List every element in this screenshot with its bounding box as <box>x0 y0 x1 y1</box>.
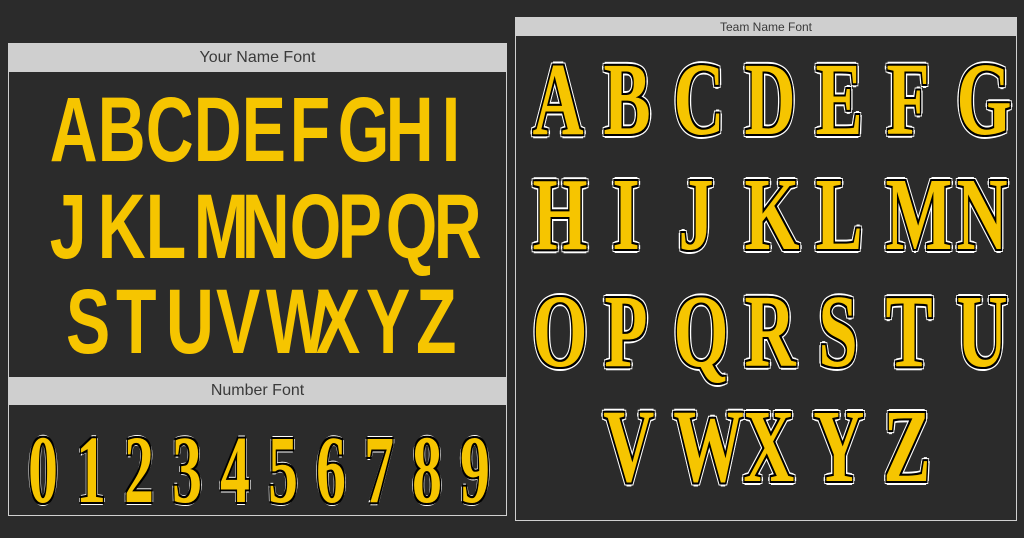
glyph: A <box>532 42 584 157</box>
glyph: A <box>49 79 98 181</box>
glyph: H <box>385 79 434 181</box>
glyph: G <box>956 42 1012 157</box>
glyph: N <box>956 157 1008 272</box>
glyph: Z <box>415 271 456 373</box>
digit: 8 <box>411 416 442 523</box>
team-font-row-4: V W X Y Z <box>516 395 1018 499</box>
name-font-row-1: A B C D E F G H I <box>9 84 508 176</box>
name-font-header: Your Name Font <box>9 44 506 72</box>
glyph: W <box>673 389 744 504</box>
name-font-row-2: J K L M N O P Q R <box>9 181 508 273</box>
digit: 6 <box>315 416 346 523</box>
glyph: K <box>744 157 800 272</box>
glyph: Y <box>365 271 410 373</box>
glyph: M <box>193 176 249 278</box>
glyph: V <box>215 271 260 373</box>
glyph: O <box>289 176 341 278</box>
digit: 9 <box>459 416 490 523</box>
glyph: R <box>744 274 796 389</box>
glyph: X <box>743 389 795 504</box>
team-font-row-1: A B C D E F G <box>516 48 1018 152</box>
glyph: H <box>532 157 588 272</box>
glyph: I <box>612 157 640 272</box>
digit: 2 <box>123 416 154 523</box>
glyph: I <box>441 79 460 181</box>
name-font-panel: Your Name Font A B C D E F G H I J K L M… <box>8 43 508 518</box>
number-font-header: Number Font <box>9 377 506 405</box>
glyph: F <box>289 79 330 181</box>
glyph: L <box>815 157 863 272</box>
glyph: P <box>337 176 382 278</box>
glyph: J <box>678 157 715 272</box>
glyph: U <box>956 274 1008 389</box>
glyph: T <box>885 274 933 389</box>
team-font-row-2: H I J K L M N <box>516 163 1018 267</box>
glyph: J <box>49 176 87 278</box>
number-font-row: 0 1 2 3 4 5 6 7 8 9 <box>9 422 508 518</box>
digit: 4 <box>219 416 250 523</box>
name-font-row-3: S T U V W X Y Z <box>9 276 508 368</box>
team-font-row-3: O P Q R S T U <box>516 280 1018 384</box>
glyph: W <box>265 271 329 373</box>
glyph: B <box>97 79 146 181</box>
glyph: N <box>241 176 290 278</box>
glyph: B <box>603 42 651 157</box>
glyph: C <box>145 79 194 181</box>
glyph: S <box>817 274 858 389</box>
glyph: Q <box>385 176 437 278</box>
glyph: K <box>97 176 146 278</box>
glyph: C <box>673 42 726 157</box>
digit: 0 <box>27 416 58 523</box>
glyph: G <box>337 79 389 181</box>
glyph: O <box>532 274 588 389</box>
glyph: Z <box>883 389 931 504</box>
digit: 5 <box>267 416 298 523</box>
glyph: R <box>433 176 482 278</box>
glyph: X <box>315 271 360 373</box>
team-font-panel: Team Name Font A B C D E F G H I J K L M… <box>515 17 1017 521</box>
glyph: D <box>193 79 242 181</box>
glyph: F <box>886 42 930 157</box>
digit: 7 <box>363 416 394 523</box>
digit: 1 <box>75 416 106 523</box>
glyph: U <box>165 271 214 373</box>
glyph: S <box>65 271 110 373</box>
digit: 3 <box>171 416 202 523</box>
glyph: Q <box>673 274 729 389</box>
glyph: P <box>604 274 648 389</box>
glyph: E <box>241 79 286 181</box>
team-font-header: Team Name Font <box>516 18 1016 36</box>
glyph: M <box>885 157 953 272</box>
glyph: E <box>815 42 863 157</box>
glyph: D <box>744 42 796 157</box>
glyph: Y <box>813 389 865 504</box>
glyph: L <box>145 176 186 278</box>
glyph: V <box>603 389 655 504</box>
glyph: T <box>115 271 156 373</box>
